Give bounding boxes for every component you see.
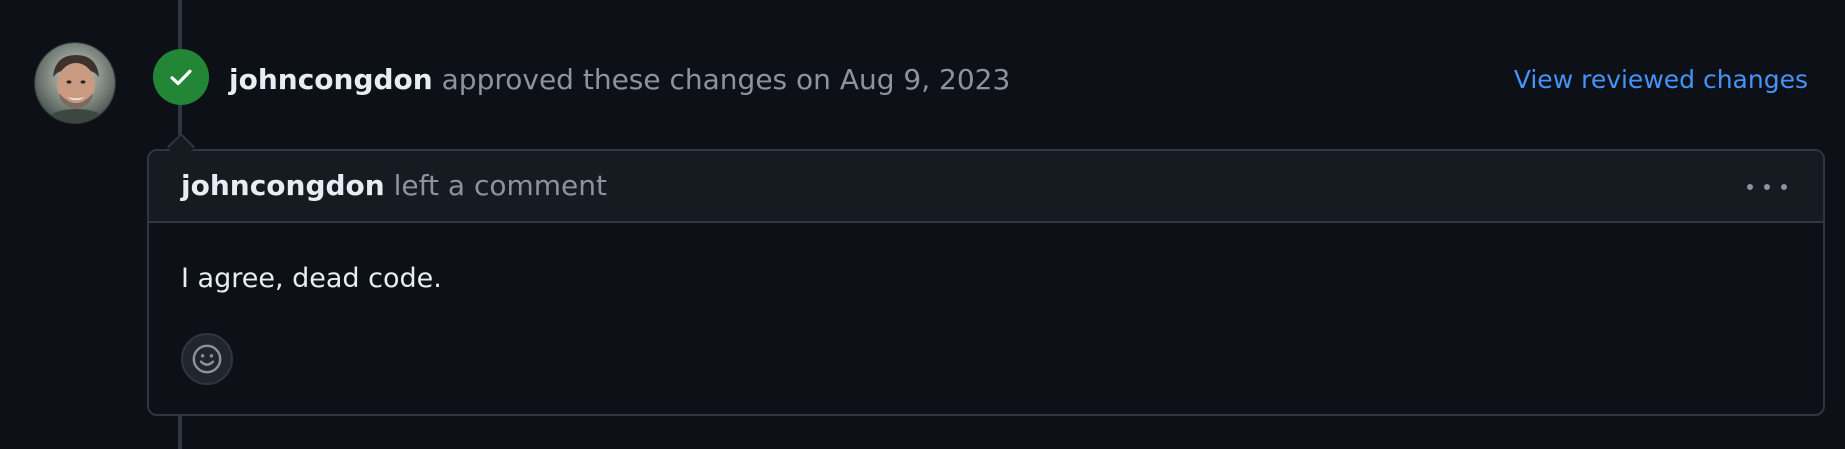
approved-badge	[153, 49, 209, 105]
review-author-link[interactable]: johncongdon	[229, 63, 433, 96]
avatar[interactable]	[34, 42, 116, 124]
review-comment: johncongdon left a comment I agree, dead…	[147, 149, 1825, 416]
check-icon	[170, 69, 192, 86]
view-reviewed-changes-link[interactable]: View reviewed changes	[1514, 58, 1808, 102]
comment-body: I agree, dead code.	[181, 263, 442, 294]
review-event-text: johncongdon approved these changes on Au…	[229, 58, 1010, 102]
comment-header: johncongdon left a comment	[149, 151, 1823, 223]
timeline-line-bottom	[178, 416, 182, 449]
avatar-photo	[35, 43, 115, 123]
comment-action-text: left a comment	[393, 169, 607, 202]
add-reaction-button[interactable]	[181, 333, 233, 385]
review-action-text: approved these changes on Aug 9, 2023	[441, 63, 1011, 96]
smiley-icon	[192, 344, 222, 374]
timeline-line-top	[178, 0, 182, 49]
comment-header-text: johncongdon left a comment	[181, 165, 607, 207]
comment-author-link[interactable]: johncongdon	[181, 169, 385, 202]
kebab-horizontal-icon[interactable]	[1747, 175, 1787, 199]
